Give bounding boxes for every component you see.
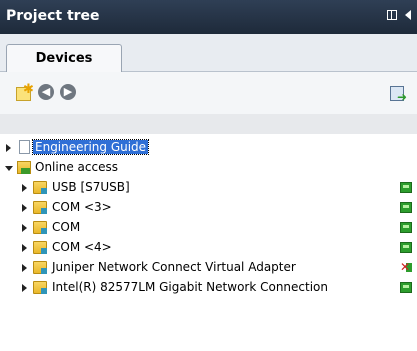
- interface-folder-icon: [33, 201, 47, 214]
- tree-item-label: Juniper Network Connect Virtual Adapter: [52, 260, 296, 274]
- panel-titlebar: Project tree: [0, 0, 417, 34]
- tree-item-label: Engineering Guide: [31, 139, 150, 155]
- tree-item-label: COM <4>: [52, 240, 112, 254]
- interface-folder-icon: [33, 261, 47, 274]
- status-connected-icon: [400, 202, 412, 213]
- tree-item-online-access[interactable]: Online access: [0, 158, 417, 178]
- forward-icon[interactable]: ▶: [60, 84, 76, 100]
- expand-arrow-icon[interactable]: [22, 184, 27, 192]
- tree-item-usb[interactable]: USB [S7USB]: [0, 178, 417, 198]
- expand-arrow-icon[interactable]: [22, 264, 27, 272]
- expand-arrow-icon[interactable]: [22, 244, 27, 252]
- back-icon[interactable]: ◀: [38, 84, 54, 100]
- status-connected-icon: [400, 242, 412, 253]
- interface-folder-icon: [33, 281, 47, 294]
- tree-toolbar: ✱ ◀ ▶ ➜: [0, 72, 417, 114]
- collapse-panel-icon[interactable]: [405, 10, 411, 20]
- online-access-icon: [17, 161, 31, 174]
- titlebar-controls: [387, 10, 411, 20]
- tree-item-engineering-guide[interactable]: Engineering Guide: [0, 138, 417, 158]
- panel-title: Project tree: [6, 8, 100, 24]
- expand-arrow-icon[interactable]: [22, 284, 27, 292]
- status-connected-icon: [400, 222, 412, 233]
- tree-item-label: Online access: [35, 160, 118, 174]
- float-window-icon[interactable]: [387, 10, 397, 20]
- show-view-icon[interactable]: ➜: [389, 84, 407, 104]
- tree-item-juniper[interactable]: Juniper Network Connect Virtual Adapter …: [0, 258, 417, 278]
- interface-folder-icon: [33, 241, 47, 254]
- tree-item-com[interactable]: COM: [0, 218, 417, 238]
- add-device-icon[interactable]: ✱: [14, 82, 34, 102]
- collapse-arrow-icon[interactable]: [5, 166, 13, 171]
- tree-item-label: USB [S7USB]: [52, 180, 130, 194]
- tree-item-intel[interactable]: Intel(R) 82577LM Gigabit Network Connect…: [0, 278, 417, 298]
- tree-item-com4[interactable]: COM <4>: [0, 238, 417, 258]
- status-disconnected-icon: ✕: [400, 260, 412, 274]
- document-icon: [19, 140, 30, 154]
- status-connected-icon: [400, 282, 412, 293]
- interface-folder-icon: [33, 181, 47, 194]
- tree-item-label: COM <3>: [52, 200, 112, 214]
- expand-arrow-icon[interactable]: [22, 224, 27, 232]
- interface-folder-icon: [33, 221, 47, 234]
- tab-strip: Devices: [0, 34, 417, 73]
- expand-arrow-icon[interactable]: [6, 144, 11, 152]
- tree-item-label: Intel(R) 82577LM Gigabit Network Connect…: [52, 280, 328, 294]
- tree-item-com3[interactable]: COM <3>: [0, 198, 417, 218]
- status-connected-icon: [400, 182, 412, 193]
- tab-devices[interactable]: Devices: [6, 44, 122, 73]
- tree-item-label: COM: [52, 220, 81, 234]
- toolbar-separator: [0, 114, 417, 134]
- expand-arrow-icon[interactable]: [22, 204, 27, 212]
